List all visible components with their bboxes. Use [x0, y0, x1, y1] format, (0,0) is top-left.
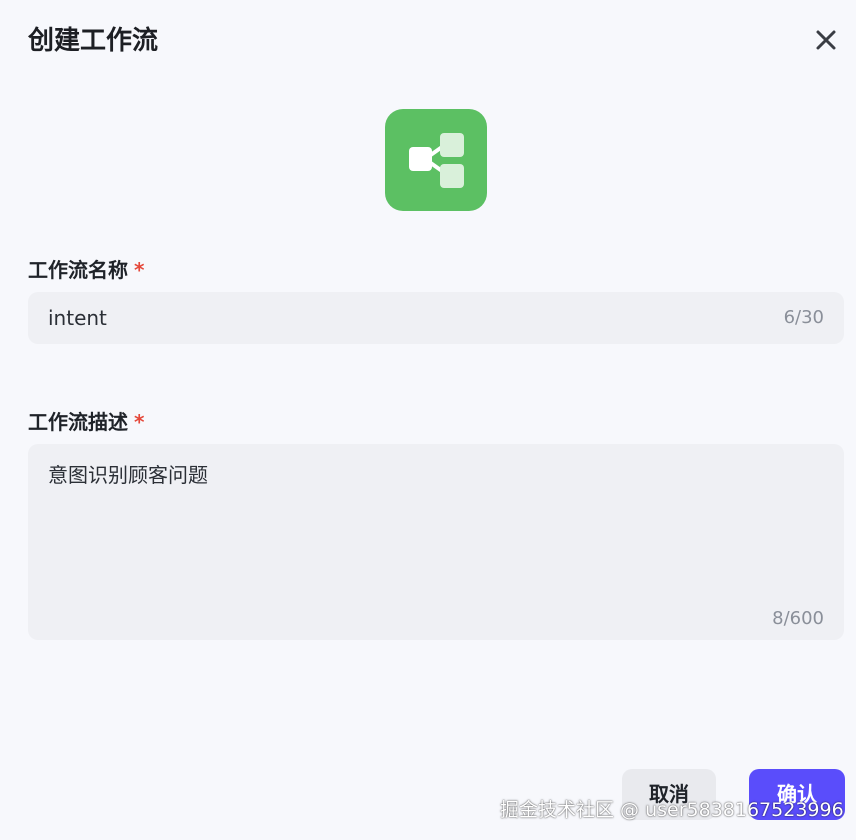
description-label-text: 工作流描述: [28, 410, 128, 434]
name-input-value: intent: [48, 306, 107, 330]
name-char-counter: 6/30: [783, 307, 824, 328]
workflow-icon: [409, 133, 464, 188]
watermark: 掘金技术社区 @ user5838167523996: [500, 799, 844, 821]
name-label: 工作流名称 *: [28, 254, 144, 283]
required-mark: *: [134, 258, 145, 282]
close-button[interactable]: [812, 26, 840, 54]
create-workflow-dialog: 创建工作流 工作流名称 * intent 6/30 工作流描述 * 意图识别顾客问题…: [0, 0, 856, 840]
description-textarea[interactable]: 意图识别顾客问题 8/600: [28, 444, 844, 640]
description-label: 工作流描述 *: [28, 406, 144, 435]
workflow-logo: [385, 109, 487, 211]
close-icon: [816, 30, 836, 50]
name-label-text: 工作流名称: [28, 258, 128, 282]
name-input[interactable]: intent 6/30: [28, 292, 844, 344]
description-textarea-value: 意图识别顾客问题: [48, 463, 208, 487]
required-mark: *: [134, 410, 145, 434]
description-char-counter: 8/600: [772, 608, 824, 629]
dialog-title: 创建工作流: [28, 26, 159, 56]
